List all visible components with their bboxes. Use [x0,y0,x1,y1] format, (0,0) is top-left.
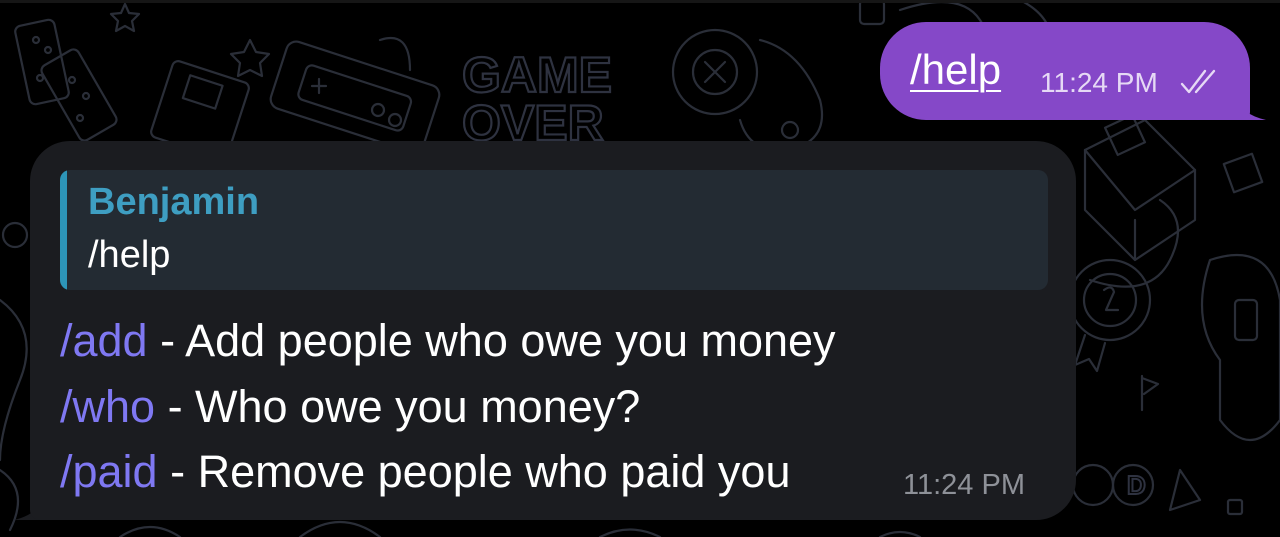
flag-icon [1140,374,1160,412]
chat-view: GAME OVER D /help 11:24 PM Benjamin /hel… [0,0,1280,537]
reply-accent-bar [60,170,67,290]
trophy-badge-icon [1068,258,1152,373]
double-check-icon [1180,69,1216,94]
top-edge [0,0,1280,3]
command-link-add[interactable]: /add [60,315,148,366]
outgoing-message-text[interactable]: /help [910,44,1001,96]
wallpaper-button-label: D [1127,470,1146,500]
command-description-paid: - Remove people who paid you [157,446,791,497]
dominoes-icon [14,18,118,142]
reply-author: Benjamin [88,181,260,223]
help-line-add: /add - Add people who owe you money [60,313,836,369]
outgoing-message-time: 11:24 PM [1040,67,1158,98]
help-line-paid: /paid - Remove people who paid you [60,444,790,500]
help-line-who: /who - Who owe you money? [60,379,640,435]
command-description-add: - Add people who owe you money [147,315,836,366]
outgoing-bubble-tail [1236,96,1266,120]
reply-quote[interactable]: Benjamin /help [60,170,1048,290]
joystick-icon [671,28,824,152]
outgoing-message-bubble[interactable]: /help 11:24 PM [880,22,1250,120]
star-icon [229,38,271,78]
incoming-message-bubble[interactable]: Benjamin /help /add - Add people who owe… [30,141,1076,520]
incoming-message-time: 11:24 PM [903,469,1025,501]
reply-text: /help [88,234,171,276]
command-link-who[interactable]: /who [60,381,155,432]
command-description-who: - Who owe you money? [155,381,641,432]
game-controller-icon [269,37,441,154]
star-icon [109,2,141,33]
command-link-paid[interactable]: /paid [60,446,158,497]
